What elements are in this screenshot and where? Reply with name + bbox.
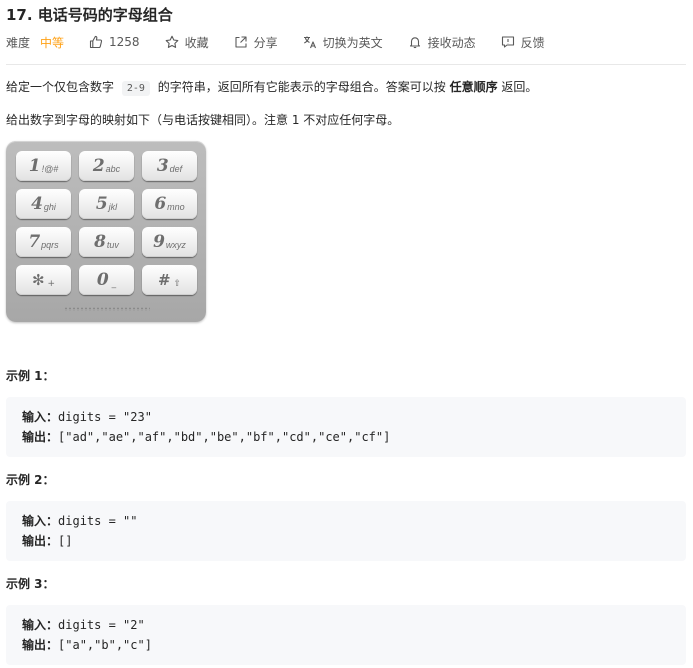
desc-text-3: 返回。 bbox=[501, 80, 538, 94]
key-8: 8 tuv bbox=[79, 227, 134, 257]
notify-label: 接收动态 bbox=[427, 35, 476, 50]
difficulty-badge: 中等 bbox=[40, 35, 65, 50]
output-label: 输出： bbox=[22, 534, 59, 548]
desc-text-2: 的字符串，返回所有它能表示的字母组合。答案可以按 bbox=[157, 80, 446, 94]
key-letters: ghi bbox=[43, 201, 56, 212]
key-digit: 0 bbox=[96, 270, 109, 290]
input-value: digits = "23" bbox=[58, 410, 152, 424]
key-letters: pqrs bbox=[41, 239, 59, 250]
asterisk-icon: ✻ bbox=[31, 271, 45, 289]
key-0: 0 _ bbox=[79, 265, 134, 295]
star-icon bbox=[165, 35, 179, 49]
input-label: 输入： bbox=[22, 410, 59, 424]
example-input-line: 输入：digits = "" bbox=[22, 511, 670, 531]
inline-code: 2-9 bbox=[121, 81, 150, 96]
example-input-line: 输入：digits = "2" bbox=[22, 615, 670, 635]
key-9: 9 wxyz bbox=[142, 227, 197, 257]
key-star: ✻ + bbox=[16, 265, 71, 295]
share-icon bbox=[234, 35, 248, 49]
key-letters: jkl bbox=[108, 201, 118, 212]
example-input-line: 输入：digits = "23" bbox=[22, 407, 670, 427]
key-1: 1 !@# bbox=[16, 151, 71, 181]
key-hash: # ⇧ bbox=[142, 265, 197, 295]
bell-icon bbox=[408, 35, 422, 49]
key-digit: 6 bbox=[154, 194, 167, 214]
thumbs-up-icon bbox=[89, 35, 103, 49]
key-digit: # bbox=[157, 271, 171, 289]
input-value: digits = "2" bbox=[58, 618, 145, 632]
input-value: digits = "" bbox=[58, 514, 138, 528]
desc-bold: 任意顺序 bbox=[449, 80, 498, 94]
notify-button[interactable]: 接收动态 bbox=[408, 34, 476, 51]
example-3-code-block: 输入：digits = "2" 输出：["a","b","c"] bbox=[6, 605, 686, 665]
favorite-label: 收藏 bbox=[184, 35, 209, 50]
example-2-code-block: 输入：digits = "" 输出：[] bbox=[6, 501, 686, 561]
description-paragraph-1: 给定一个仅包含数字 2-9 的字符串，返回所有它能表示的字母组合。答案可以按 任… bbox=[6, 78, 537, 98]
key-5: 5 jkl bbox=[79, 189, 134, 219]
example-1-code-block: 输入：digits = "23" 输出：["ad","ae","af","bd"… bbox=[6, 397, 686, 457]
feedback-icon bbox=[501, 35, 515, 49]
key-letters: + bbox=[47, 278, 56, 289]
output-value: ["a","b","c"] bbox=[58, 638, 152, 652]
key-digit: 3 bbox=[156, 156, 169, 176]
key-letters: def bbox=[169, 163, 183, 174]
like-button[interactable]: 1258 bbox=[89, 35, 140, 49]
key-letters: mno bbox=[167, 201, 185, 212]
feedback-button[interactable]: 反馈 bbox=[501, 34, 545, 51]
translate-label: 切换为英文 bbox=[322, 35, 383, 50]
input-label: 输入： bbox=[22, 514, 59, 528]
key-digit: 8 bbox=[94, 232, 106, 252]
header-divider bbox=[6, 64, 686, 65]
key-2: 2 abc bbox=[79, 151, 134, 181]
shift-arrow-icon: ⇧ bbox=[173, 278, 182, 289]
description-paragraph-2: 给出数字到字母的映射如下（与电话按键相同）。注意 1 不对应任何字母。 bbox=[6, 113, 400, 127]
key-letters: tuv bbox=[106, 239, 119, 250]
translate-button[interactable]: 切换为英文 bbox=[303, 34, 383, 51]
share-button[interactable]: 分享 bbox=[234, 34, 278, 51]
feedback-label: 反馈 bbox=[520, 35, 545, 50]
speaker-grille bbox=[64, 307, 150, 311]
difficulty: 难度 中等 bbox=[6, 34, 64, 51]
key-digit: 9 bbox=[153, 232, 165, 252]
example-output-line: 输出：[] bbox=[22, 531, 670, 551]
difficulty-label: 难度 bbox=[6, 35, 31, 50]
example-output-line: 输出：["a","b","c"] bbox=[22, 635, 670, 655]
output-value: [] bbox=[58, 534, 73, 548]
key-3: 3 def bbox=[142, 151, 197, 181]
key-letters: abc bbox=[105, 163, 121, 174]
output-label: 输出： bbox=[22, 430, 59, 444]
problem-toolbar: 难度 中等 1258 收藏 分享 切换为英文 接收动态 反馈 bbox=[6, 32, 570, 52]
output-label: 输出： bbox=[22, 638, 59, 652]
key-7: 7 pqrs bbox=[16, 227, 71, 257]
example-2-title: 示例 2： bbox=[6, 473, 55, 487]
share-label: 分享 bbox=[253, 35, 278, 50]
phone-keypad-image: 1 !@# 2 abc 3 def 4 ghi 5 jkl 6 mno 7 pqrs 8 tuv… bbox=[6, 141, 206, 322]
key-letters: !@# bbox=[41, 163, 59, 174]
key-digit: 5 bbox=[95, 194, 108, 214]
favorite-button[interactable]: 收藏 bbox=[165, 34, 209, 51]
key-6: 6 mno bbox=[142, 189, 197, 219]
example-1-title: 示例 1： bbox=[6, 369, 55, 383]
key-letters: _ bbox=[111, 278, 117, 289]
key-digit: 7 bbox=[28, 232, 41, 252]
desc-text-1: 给定一个仅包含数字 bbox=[6, 80, 115, 94]
translate-icon bbox=[303, 35, 317, 49]
input-label: 输入： bbox=[22, 618, 59, 632]
key-digit: 2 bbox=[92, 156, 105, 176]
problem-title: 17. 电话号码的字母组合 bbox=[6, 6, 173, 24]
key-letters: wxyz bbox=[165, 239, 186, 250]
key-digit: 1 bbox=[28, 156, 41, 176]
key-digit: 4 bbox=[31, 194, 43, 214]
like-count: 1258 bbox=[109, 35, 140, 49]
output-value: ["ad","ae","af","bd","be","bf","cd","ce"… bbox=[58, 430, 391, 444]
example-output-line: 输出：["ad","ae","af","bd","be","bf","cd","… bbox=[22, 427, 670, 447]
example-3-title: 示例 3： bbox=[6, 577, 55, 591]
key-4: 4 ghi bbox=[16, 189, 71, 219]
